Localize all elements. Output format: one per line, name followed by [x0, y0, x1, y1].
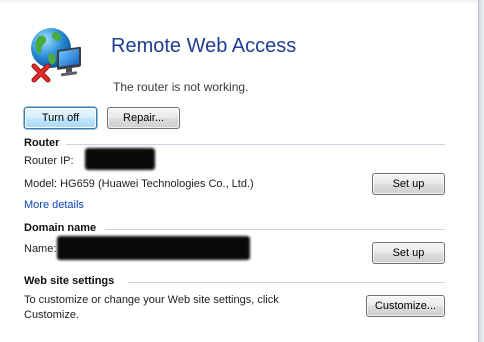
globe-computer-icon — [27, 24, 89, 86]
router-section-title: Router — [24, 137, 60, 149]
website-section-title: Web site settings — [24, 275, 115, 287]
domain-section-title: Domain name — [24, 222, 97, 234]
red-x-error-icon — [31, 63, 51, 83]
website-description-line1: To customize or change your Web site set… — [24, 294, 279, 306]
window-top-edge — [0, 0, 484, 3]
website-description-line2: Customize. — [24, 309, 80, 321]
router-model-text: Model: HG659 (Huawei Technologies Co., L… — [24, 178, 254, 190]
router-ip-label: Router IP: — [24, 155, 74, 167]
website-section-divider — [128, 282, 445, 283]
customize-button[interactable]: Customize... — [366, 295, 445, 317]
page-title: Remote Web Access — [111, 35, 297, 57]
status-message: The router is not working. — [113, 80, 249, 94]
domain-setup-button[interactable]: Set up — [372, 242, 445, 264]
turn-off-button[interactable]: Turn off — [24, 107, 97, 129]
repair-button[interactable]: Repair... — [107, 107, 180, 129]
router-ip-redacted — [85, 148, 155, 170]
domain-section-divider — [105, 229, 445, 230]
more-details-link[interactable]: More details — [24, 199, 84, 211]
router-setup-button[interactable]: Set up — [372, 173, 445, 195]
domain-name-label: Name: — [24, 243, 57, 255]
router-section-divider — [66, 144, 445, 145]
domain-name-redacted — [57, 236, 250, 260]
window-right-edge — [478, 0, 484, 342]
